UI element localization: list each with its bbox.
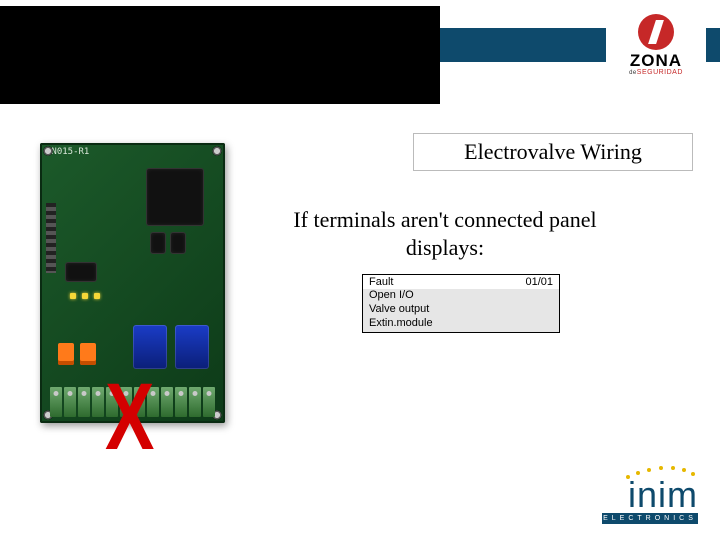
logo-inim: inim ELECTRONICS <box>602 467 698 524</box>
slide-title-text: Electrovalve Wiring <box>464 139 642 165</box>
mounting-hole-icon <box>212 146 222 156</box>
relay-icon <box>175 325 209 369</box>
chip-icon <box>151 233 165 253</box>
zona-icon <box>638 14 674 50</box>
inim-stars-icon <box>602 467 698 479</box>
mounting-hole-icon <box>43 146 53 156</box>
zona-tagline: deSEGURIDAD <box>629 69 683 76</box>
connector-icon <box>46 203 56 273</box>
x-mark-icon: X <box>105 370 154 465</box>
panel-display-row-1: Fault 01/01 <box>363 275 559 289</box>
body-text: If terminals aren't connected panel disp… <box>280 206 610 261</box>
display-index: 01/01 <box>525 276 553 288</box>
logo-zona: ZONA deSEGURIDAD <box>606 14 706 76</box>
header-blackbox <box>0 6 440 104</box>
panel-display: Fault 01/01 Open I/O Valve output Extin.… <box>362 274 560 333</box>
capacitor-icon <box>58 343 74 365</box>
display-line-4: Extin.module <box>369 317 553 331</box>
display-fault-label: Fault <box>369 276 393 288</box>
panel-display-body: Open I/O Valve output Extin.module <box>363 289 559 332</box>
chip-icon <box>147 169 203 225</box>
led-icon <box>82 293 88 299</box>
relay-icon <box>133 325 167 369</box>
chip-icon <box>171 233 185 253</box>
display-line-2: Open I/O <box>369 289 553 303</box>
slide-title: Electrovalve Wiring <box>413 133 693 171</box>
led-icon <box>70 293 76 299</box>
capacitor-icon <box>80 343 96 365</box>
inim-subtext: ELECTRONICS <box>602 513 698 524</box>
led-icon <box>94 293 100 299</box>
zona-brand-text: ZONA <box>630 52 682 69</box>
chip-icon <box>66 263 96 281</box>
inim-brand-text: inim <box>602 479 698 511</box>
display-line-3: Valve output <box>369 303 553 317</box>
